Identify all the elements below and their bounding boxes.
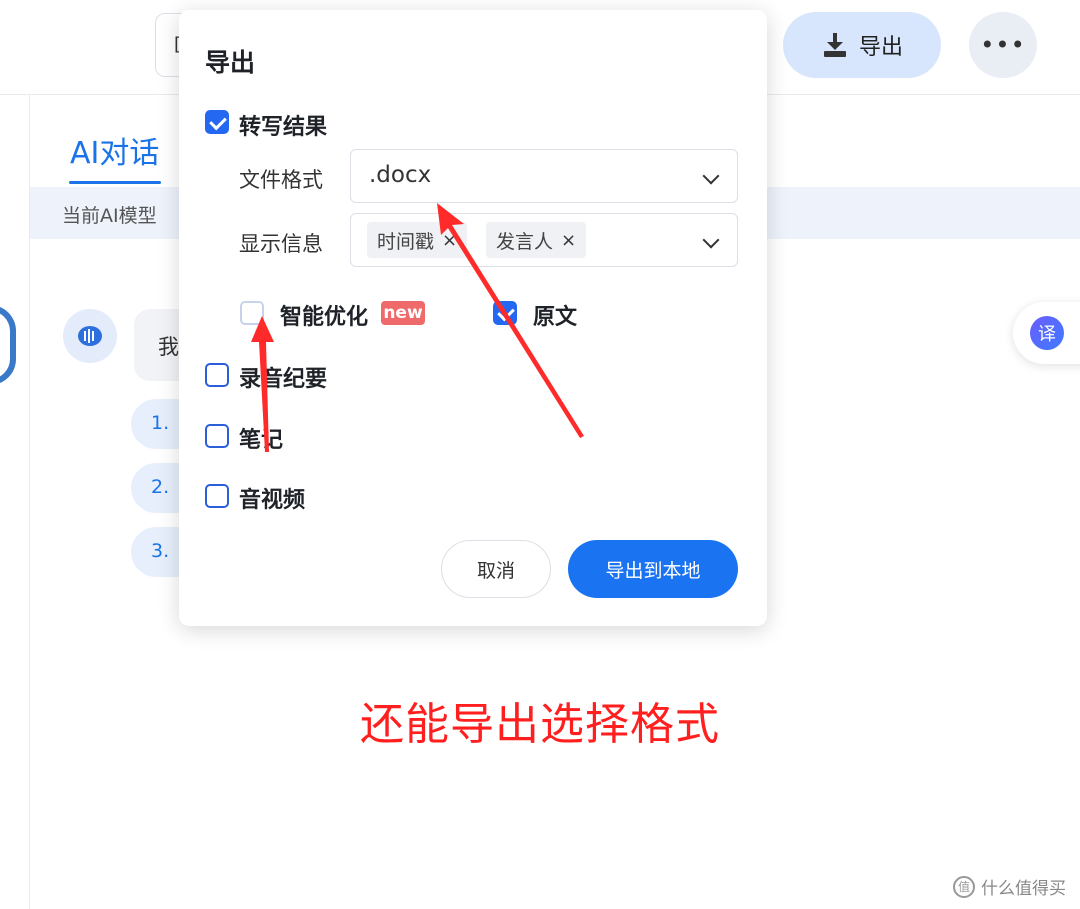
translate-icon: 译: [1030, 316, 1064, 350]
transcription-checkbox[interactable]: [205, 110, 229, 134]
chevron-down-icon: [702, 167, 720, 185]
remove-tag-icon[interactable]: ×: [442, 230, 457, 251]
headset-avatar-edge: [0, 305, 16, 385]
tab-ai-chat[interactable]: AI对话: [70, 128, 159, 172]
suggestion-text: 3.: [151, 540, 170, 562]
audio-video-checkbox[interactable]: [205, 484, 229, 508]
tag-timestamp: 时间戳 ×: [367, 222, 468, 258]
more-button[interactable]: •••: [969, 12, 1037, 78]
suggestion-text: 1.: [151, 412, 170, 434]
brain-icon: [78, 326, 102, 346]
bot-avatar: [63, 309, 117, 363]
tag-label: 时间戳: [377, 230, 435, 253]
file-format-select[interactable]: .docx: [350, 149, 738, 203]
dialog-title: 导出: [205, 48, 256, 77]
watermark-text: 什么值得买: [981, 879, 1066, 899]
new-badge: new: [381, 301, 425, 325]
notes-checkbox[interactable]: [205, 424, 229, 448]
smart-optimize-label: 智能优化: [280, 305, 369, 330]
display-info-label: 显示信息: [239, 232, 323, 256]
file-format-value: .docx: [369, 162, 432, 188]
translate-button[interactable]: 译: [1013, 302, 1080, 364]
tag-speaker: 发言人 ×: [486, 222, 587, 258]
recording-summary-checkbox[interactable]: [205, 363, 229, 387]
tag-label: 发言人: [496, 230, 554, 253]
more-icon: •••: [980, 31, 1026, 59]
annotation-text: 还能导出选择格式: [360, 699, 720, 750]
smart-optimize-checkbox[interactable]: [240, 301, 264, 325]
transcription-label: 转写结果: [239, 115, 328, 140]
audio-video-label: 音视频: [239, 488, 306, 513]
model-bar-text: 当前AI模型: [62, 205, 157, 227]
file-format-label: 文件格式: [239, 168, 323, 192]
remove-tag-icon[interactable]: ×: [561, 230, 576, 251]
export-dialog: 导出 转写结果 文件格式 .docx 显示信息 时间戳 × 发言人 × 智能优化…: [179, 10, 767, 626]
chevron-down-icon: [702, 231, 720, 249]
export-button[interactable]: 导出: [783, 12, 941, 78]
bot-message-text: 我: [158, 335, 179, 359]
tab-active-indicator: [69, 181, 161, 184]
cancel-button[interactable]: 取消: [441, 540, 551, 598]
watermark: 值 什么值得买: [953, 874, 1066, 899]
export-local-button[interactable]: 导出到本地: [568, 540, 738, 598]
watermark-logo-icon: 值: [953, 875, 975, 898]
original-checkbox[interactable]: [493, 301, 517, 325]
display-info-select[interactable]: 时间戳 × 发言人 ×: [350, 213, 738, 267]
notes-label: 笔记: [239, 428, 284, 453]
recording-summary-label: 录音纪要: [239, 367, 328, 392]
export-button-label: 导出: [858, 35, 903, 60]
original-label: 原文: [533, 305, 578, 330]
download-icon: [823, 33, 846, 57]
suggestion-text: 2.: [151, 476, 170, 498]
